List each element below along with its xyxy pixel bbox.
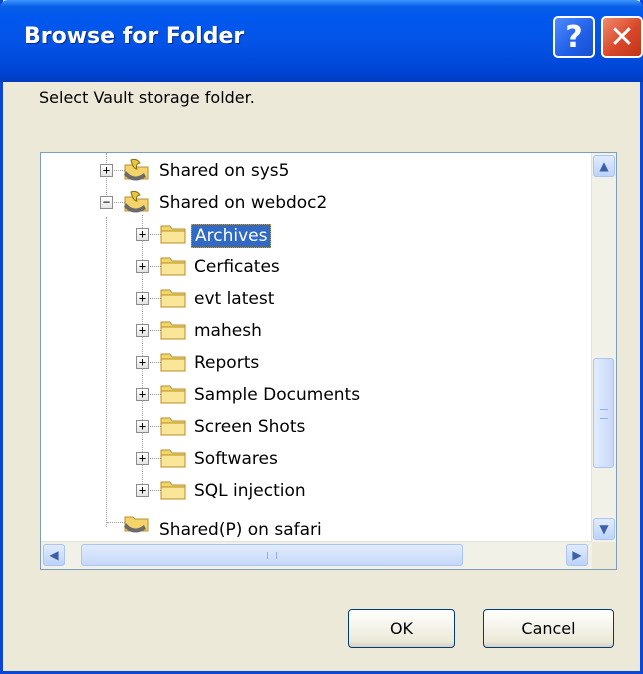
folder-icon <box>160 385 186 404</box>
scroll-right-button[interactable]: ▶ <box>566 544 588 566</box>
collapse-icon[interactable]: − <box>100 196 113 209</box>
close-icon: ✕ <box>609 19 635 55</box>
shared-folder-icon <box>124 158 149 181</box>
folder-icon <box>160 417 186 436</box>
expand-icon[interactable]: + <box>136 484 149 497</box>
folder-tree: + Shared on sys5 − Shared on webdoc2 + A… <box>40 152 617 570</box>
folder-icon <box>160 481 186 500</box>
expand-icon[interactable]: + <box>136 260 149 273</box>
scroll-left-button[interactable]: ◀ <box>43 544 65 566</box>
expand-icon[interactable]: + <box>136 228 149 241</box>
folder-icon <box>160 289 186 308</box>
tree-item-label: Shared on webdoc2 <box>159 193 328 213</box>
close-button[interactable]: ✕ <box>601 16 643 58</box>
tree-item-label: Shared(P) on safari <box>159 520 322 540</box>
expand-icon[interactable]: + <box>100 164 113 177</box>
instruction-text: Select Vault storage folder. <box>39 88 255 107</box>
chevron-right-icon: ▶ <box>572 548 582 562</box>
horizontal-scrollbar[interactable]: ◀ ▶ <box>41 541 592 569</box>
shared-folder-icon <box>124 190 149 213</box>
tree-item[interactable]: + SQL injection <box>41 475 592 507</box>
grip-icon <box>267 552 277 559</box>
tree-item[interactable]: + evt latest <box>41 283 592 315</box>
tree-item[interactable]: Shared(P) on safari <box>41 507 592 540</box>
tree-item[interactable]: + Shared on sys5 <box>41 155 592 187</box>
chevron-left-icon: ◀ <box>49 548 59 562</box>
tree-item-label: Reports <box>194 353 260 373</box>
scroll-up-button[interactable]: ▲ <box>593 155 615 177</box>
folder-icon <box>160 449 186 468</box>
ok-button[interactable]: OK <box>348 609 455 648</box>
expand-icon[interactable]: + <box>136 452 149 465</box>
cancel-button[interactable]: Cancel <box>483 609 614 648</box>
title-bar[interactable]: Browse for Folder ? ✕ <box>0 0 643 82</box>
tree-item[interactable]: + Screen Shots <box>41 411 592 443</box>
expand-icon[interactable]: + <box>136 292 149 305</box>
tree-item[interactable]: + Archives <box>41 219 592 251</box>
folder-icon <box>160 353 186 372</box>
window-title: Browse for Folder <box>24 24 245 49</box>
tree-item-label: Cerficates <box>194 257 280 277</box>
tree-item-label: mahesh <box>194 321 262 341</box>
help-button[interactable]: ? <box>553 16 595 58</box>
tree-item-label: Shared on sys5 <box>159 161 290 181</box>
tree-item-label: SQL injection <box>194 481 306 501</box>
tree-item-label: Softwares <box>194 449 278 469</box>
grip-icon <box>600 409 608 419</box>
chevron-up-icon: ▲ <box>599 159 609 173</box>
expand-icon[interactable]: + <box>136 356 149 369</box>
tree-item[interactable]: + Sample Documents <box>41 379 592 411</box>
tree-view: + Shared on sys5 − Shared on webdoc2 + A… <box>41 153 592 542</box>
folder-icon <box>160 257 186 276</box>
scroll-down-button[interactable]: ▼ <box>593 518 615 540</box>
expand-icon[interactable]: + <box>136 420 149 433</box>
folder-icon <box>160 321 186 340</box>
tree-item[interactable]: − Shared on webdoc2 <box>41 187 592 219</box>
tree-item-label: Archives <box>191 224 272 248</box>
browse-for-folder-dialog: Browse for Folder ? ✕ Select Vault stora… <box>0 0 643 674</box>
tree-item[interactable]: + Reports <box>41 347 592 379</box>
tree-item-label: Screen Shots <box>194 417 306 437</box>
tree-item[interactable]: + mahesh <box>41 315 592 347</box>
expand-icon[interactable]: + <box>136 324 149 337</box>
tree-item[interactable]: + Cerficates <box>41 251 592 283</box>
folder-icon <box>160 225 186 244</box>
scrollbar-corner <box>592 542 616 569</box>
help-icon: ? <box>565 19 583 55</box>
chevron-down-icon: ▼ <box>599 522 609 536</box>
expand-icon[interactable]: + <box>136 388 149 401</box>
tree-item-label: evt latest <box>194 289 275 309</box>
vertical-scrollbar[interactable]: ▲ ▼ <box>591 153 616 542</box>
vertical-scroll-thumb[interactable] <box>593 358 614 468</box>
tree-item-label: Sample Documents <box>194 385 361 405</box>
horizontal-scroll-thumb[interactable] <box>81 544 463 566</box>
tree-item[interactable]: + Softwares <box>41 443 592 475</box>
shared-folder-icon <box>124 516 149 533</box>
